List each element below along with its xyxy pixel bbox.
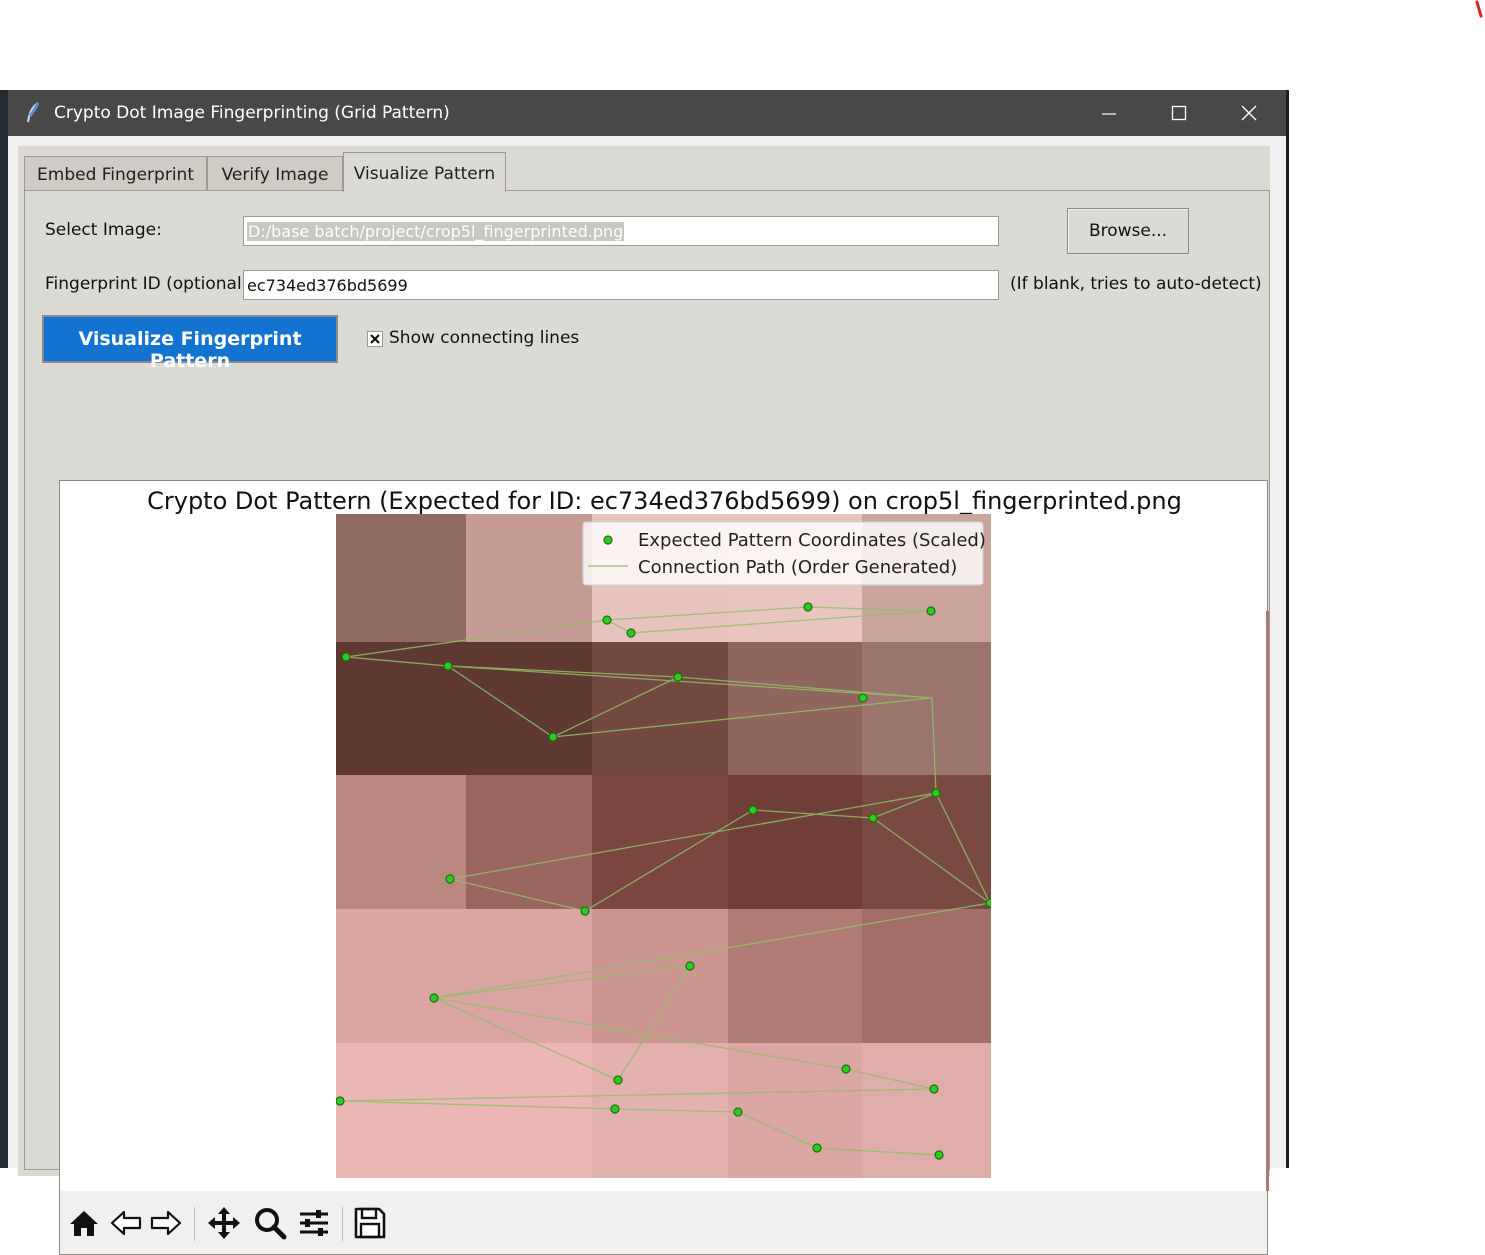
checkmark-icon — [370, 334, 380, 344]
plot-toolbar — [60, 1191, 1267, 1254]
legend-points-label: Expected Pattern Coordinates (Scaled) — [638, 530, 986, 551]
back-icon[interactable] — [108, 1205, 144, 1241]
visualize-panel: Select Image: D:/base batch/project/crop… — [24, 190, 1270, 1255]
tab-embed-fingerprint[interactable]: Embed Fingerprint — [24, 156, 207, 190]
toolbar-separator — [194, 1207, 195, 1241]
legend-path-label: Connection Path (Order Generated) — [638, 557, 957, 578]
fingerprint-hint: (If blank, tries to auto-detect) — [1010, 274, 1262, 294]
tab-verify-image[interactable]: Verify Image — [207, 156, 343, 190]
zoom-icon[interactable] — [252, 1205, 288, 1241]
maximize-icon — [1171, 105, 1187, 121]
minimize-button[interactable] — [1074, 90, 1144, 136]
plot-figure: Crypto Dot Pattern (Expected for ID: ec7… — [59, 480, 1269, 1255]
feather-icon — [27, 102, 40, 123]
show-lines-checkbox[interactable] — [367, 331, 383, 347]
image-path-text: D:/base batch/project/crop5l_fingerprint… — [247, 222, 625, 241]
close-button[interactable] — [1214, 90, 1284, 136]
fingerprint-id-input[interactable]: ec734ed376bd5699 — [243, 270, 999, 300]
figure-title: Crypto Dot Pattern (Expected for ID: ec7… — [147, 487, 1182, 515]
scroll-edge — [1266, 611, 1269, 1191]
home-icon[interactable] — [66, 1205, 102, 1241]
minimize-icon — [1102, 113, 1116, 115]
show-lines-label: Show connecting lines — [389, 328, 580, 348]
red-mark-decoration — [1475, 0, 1483, 18]
desktop-background-right — [1286, 90, 1289, 1168]
fingerprint-id-label: Fingerprint ID (optional): — [45, 274, 255, 294]
visualize-fingerprint-button[interactable]: Visualize Fingerprint Pattern — [42, 315, 338, 372]
tab-visualize-pattern[interactable]: Visualize Pattern — [343, 152, 506, 192]
maximize-button[interactable] — [1144, 90, 1214, 136]
save-icon[interactable] — [352, 1205, 388, 1241]
image-path-input[interactable]: D:/base batch/project/crop5l_fingerprint… — [243, 216, 999, 246]
toolbar-separator — [342, 1207, 343, 1241]
title-bar[interactable]: Crypto Dot Image Fingerprinting (Grid Pa… — [8, 90, 1286, 136]
app-window: Crypto Dot Image Fingerprinting (Grid Pa… — [8, 90, 1286, 1255]
legend-point-marker — [603, 535, 613, 545]
browse-button[interactable]: Browse... — [1067, 208, 1189, 254]
pan-icon[interactable] — [206, 1205, 242, 1241]
window-title: Crypto Dot Image Fingerprinting (Grid Pa… — [54, 103, 450, 123]
pattern-plot[interactable]: Expected Pattern Coordinates (Scaled) Co… — [336, 514, 991, 1178]
configure-subplots-icon[interactable] — [296, 1205, 332, 1241]
forward-icon[interactable] — [148, 1205, 184, 1241]
client-area: Embed Fingerprint Verify Image Visualize… — [18, 146, 1270, 1255]
close-icon — [1241, 105, 1257, 121]
legend: Expected Pattern Coordinates (Scaled) Co… — [582, 521, 986, 586]
select-image-label: Select Image: — [45, 220, 162, 240]
